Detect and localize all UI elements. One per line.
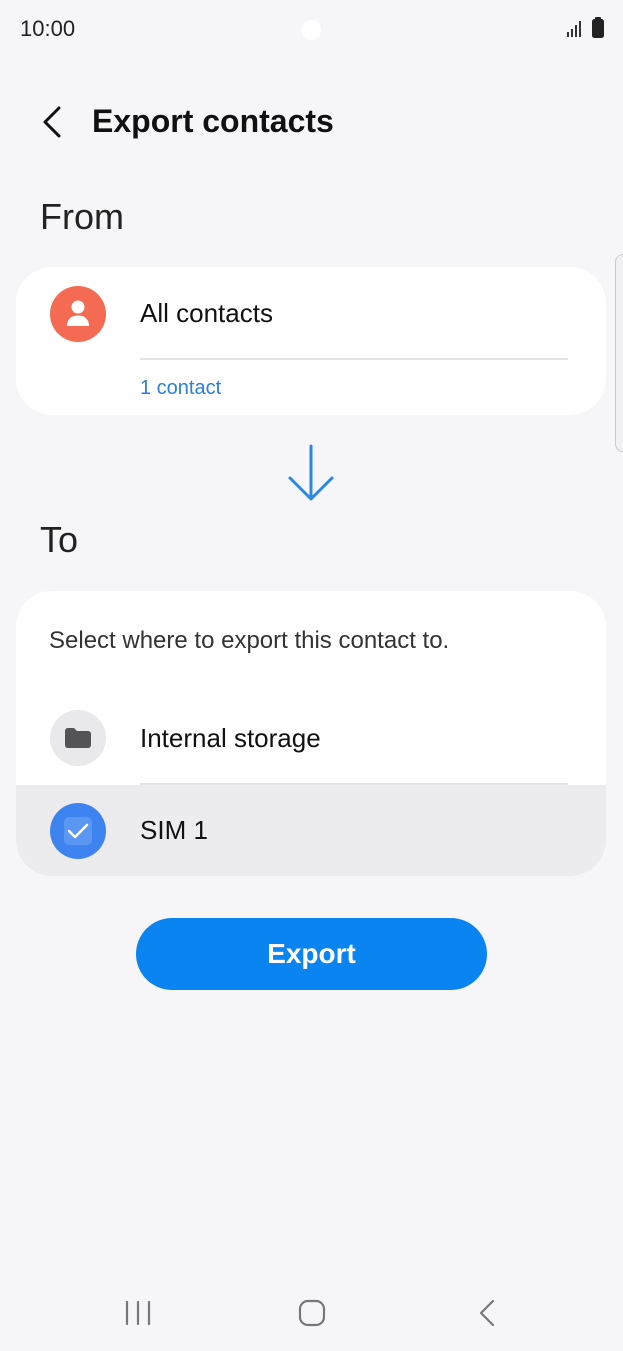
chevron-left-icon (43, 106, 61, 138)
recents-icon (125, 1300, 151, 1326)
camera-cutout (301, 20, 321, 40)
option-label-sim-1: SIM 1 (140, 815, 208, 845)
nav-home-button[interactable] (282, 1288, 342, 1338)
avatar (50, 286, 106, 342)
nav-back-icon (479, 1299, 495, 1327)
nav-back-button[interactable] (457, 1288, 517, 1338)
signal-icon (567, 21, 581, 37)
option-label-internal-storage: Internal storage (140, 723, 321, 753)
to-section-label: To (40, 519, 79, 560)
sim-check-icon (64, 817, 92, 845)
folder-icon-badge (50, 710, 106, 766)
person-icon (67, 300, 89, 326)
folder-icon (65, 728, 91, 748)
export-button[interactable]: Export (136, 918, 487, 990)
home-icon (298, 1299, 326, 1327)
battery-icon (592, 17, 604, 38)
divider (140, 358, 568, 360)
source-title: All contacts (140, 298, 273, 328)
nav-recents-button[interactable] (108, 1288, 168, 1338)
scrollbar-handle[interactable] (615, 254, 623, 452)
arrow-down-icon (288, 444, 334, 501)
source-count: 1 contact (140, 377, 222, 399)
sim-badge (50, 803, 106, 859)
source-card[interactable] (16, 267, 606, 415)
status-time: 10:00 (20, 16, 76, 41)
destination-instruction: Select where to export this contact to. (49, 627, 450, 654)
back-button[interactable] (30, 100, 74, 144)
page-title: Export contacts (92, 103, 334, 139)
from-section-label: From (40, 196, 124, 237)
